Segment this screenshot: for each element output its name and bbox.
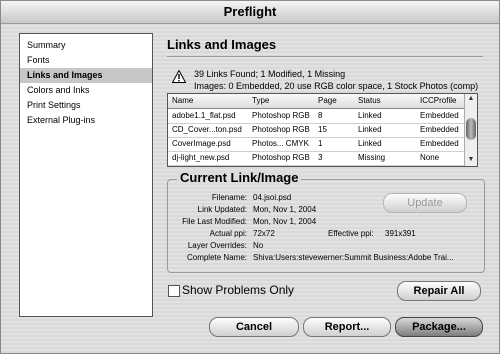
actual-ppi-value: 72x72 — [253, 229, 275, 238]
filename-value: 04.jsoi.psd — [253, 193, 292, 202]
link-updated-value: Mon, Nov 1, 2004 — [253, 205, 317, 214]
file-modified-value: Mon, Nov 1, 2004 — [253, 217, 317, 226]
column-header-type[interactable]: Type — [252, 96, 269, 105]
cancel-button[interactable]: Cancel — [209, 317, 299, 337]
sidebar-item-colors-and-inks[interactable]: Colors and Inks — [20, 83, 152, 98]
cell-page: 3 — [318, 153, 323, 162]
cell-page: 1 — [318, 139, 323, 148]
cell-type: Photoshop RGB — [252, 111, 310, 120]
links-summary: 39 Links Found; 1 Modified, 1 Missing — [194, 69, 346, 79]
sidebar-item-summary[interactable]: Summary — [20, 38, 152, 53]
current-link-title: Current Link/Image — [177, 170, 302, 185]
repair-all-button[interactable]: Repair All — [397, 281, 481, 301]
cell-type: Photoshop RGB — [252, 153, 310, 162]
table-row[interactable]: CoverImage.psd Photos... CMYK 1 Linked E… — [168, 137, 464, 152]
cell-iccprofile: Embedded — [420, 139, 459, 148]
cell-status: Linked — [358, 111, 382, 120]
effective-ppi-label: Effective ppi: — [328, 229, 374, 238]
column-header-name[interactable]: Name — [172, 96, 193, 105]
warning-icon — [172, 70, 186, 83]
cell-type: Photoshop RGB — [252, 125, 310, 134]
panel-title: Links and Images — [167, 37, 277, 52]
divider — [167, 56, 483, 57]
table-scrollbar[interactable]: ▲ ▼ — [464, 94, 477, 166]
table-row[interactable]: dj-light_new.psd Photoshop RGB 3 Missing… — [168, 151, 464, 166]
layer-overrides-label: Layer Overrides: — [187, 241, 247, 250]
scrollbar-thumb[interactable] — [466, 118, 476, 140]
filename-label: Filename: — [211, 193, 247, 202]
cell-page: 8 — [318, 111, 323, 120]
sidebar-item-print-settings[interactable]: Print Settings — [20, 98, 152, 113]
layer-overrides-value: No — [253, 241, 264, 250]
cell-name: adobe1.1_flat.psd — [172, 111, 236, 120]
cell-status: Missing — [358, 153, 386, 162]
sidebar-item-external-plugins[interactable]: External Plug-ins — [20, 113, 152, 128]
category-list[interactable]: Summary Fonts Links and Images Colors an… — [19, 33, 153, 317]
column-header-iccprofile[interactable]: ICCProfile — [420, 96, 456, 105]
cell-name: CD_Cover...ton.psd — [172, 125, 242, 134]
cell-status: Linked — [358, 139, 382, 148]
update-button[interactable]: Update — [383, 193, 467, 213]
preflight-dialog: Preflight Summary Fonts Links and Images… — [0, 0, 500, 354]
cell-iccprofile: None — [420, 153, 440, 162]
show-problems-checkbox[interactable] — [168, 285, 180, 297]
cell-name: CoverImage.psd — [172, 139, 231, 148]
cell-name: dj-light_new.psd — [172, 153, 230, 162]
table-header: Name Type Page Status ICCProfile — [168, 94, 464, 109]
sidebar-item-fonts[interactable]: Fonts — [20, 53, 152, 68]
scroll-up-icon[interactable]: ▲ — [466, 94, 476, 104]
complete-name-label: Complete Name: — [186, 253, 247, 262]
file-modified-label: File Last Modified: — [182, 217, 247, 226]
cell-type: Photos... CMYK — [252, 139, 309, 148]
column-header-status[interactable]: Status — [358, 96, 381, 105]
links-table[interactable]: Name Type Page Status ICCProfile adobe1.… — [167, 93, 478, 167]
cell-iccprofile: Embedded — [420, 125, 459, 134]
table-row[interactable]: adobe1.1_flat.psd Photoshop RGB 8 Linked… — [168, 109, 464, 124]
images-summary: Images: 0 Embedded, 20 use RGB color spa… — [194, 81, 479, 91]
table-row[interactable]: CD_Cover...ton.psd Photoshop RGB 15 Link… — [168, 123, 464, 138]
cell-page: 15 — [318, 125, 327, 134]
column-header-page[interactable]: Page — [318, 96, 337, 105]
sidebar-item-links-and-images[interactable]: Links and Images — [20, 68, 152, 83]
cell-iccprofile: Embedded — [420, 111, 459, 120]
link-updated-label: Link Updated: — [197, 205, 247, 214]
actual-ppi-label: Actual ppi: — [209, 229, 247, 238]
show-problems-label[interactable]: Show Problems Only — [182, 283, 294, 297]
complete-name-value: Shiva:Users:stevewerner:Summit Business:… — [253, 253, 454, 262]
scroll-down-icon[interactable]: ▼ — [466, 155, 476, 165]
package-button[interactable]: Package... — [395, 317, 483, 337]
window-title: Preflight — [1, 1, 499, 24]
report-button[interactable]: Report... — [303, 317, 391, 337]
effective-ppi-value: 391x391 — [385, 229, 416, 238]
cell-status: Linked — [358, 125, 382, 134]
